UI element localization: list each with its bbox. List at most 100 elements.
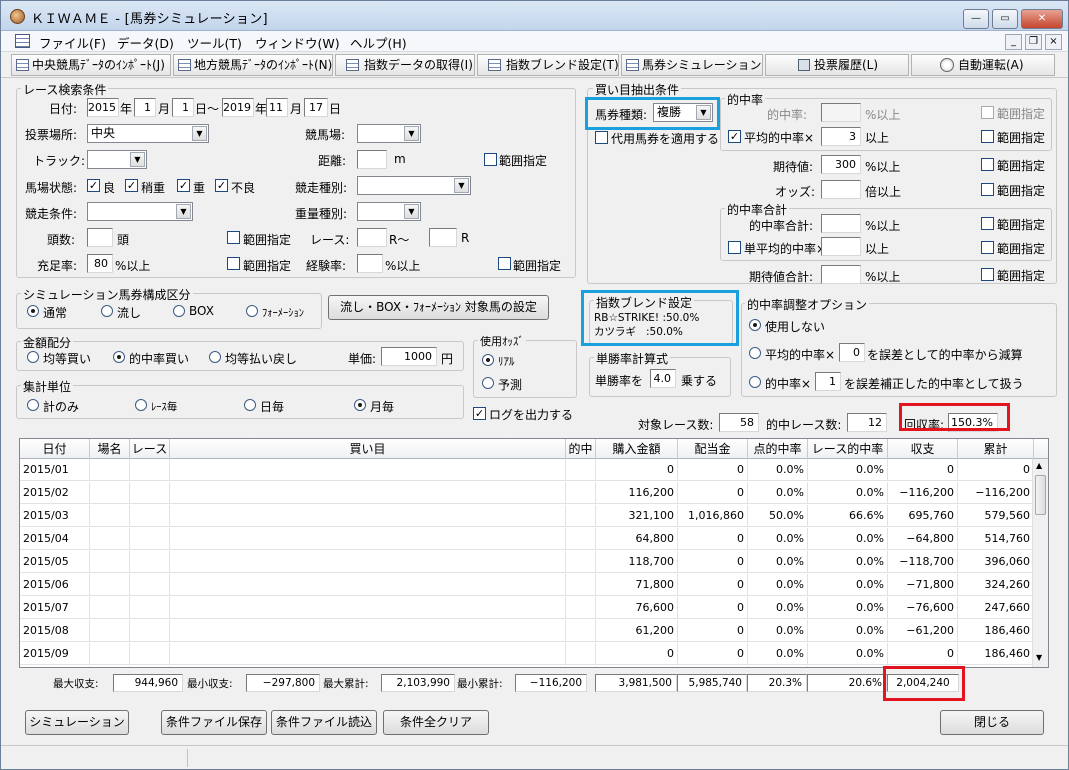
agg-day-radio[interactable] — [244, 399, 256, 411]
header-race-hit[interactable]: レース的中率 — [808, 439, 888, 459]
ev-total-input[interactable] — [821, 265, 861, 284]
sim-box-radio[interactable] — [173, 305, 185, 317]
unit-price-input[interactable]: 1000 — [381, 347, 437, 366]
date-from-month-input[interactable]: 1 — [134, 98, 156, 117]
distance-range-checkbox[interactable] — [484, 153, 497, 166]
table-row[interactable]: 2015/08 61,200 0 0.0% 0.0% −61,200 186,460 — [20, 620, 1034, 642]
single-avg-range-checkbox[interactable] — [981, 241, 994, 254]
heads-input[interactable] — [87, 228, 113, 247]
table-row[interactable]: 2015/02 116,200 0 0.0% 0.0% −116,200 −116,200 — [20, 482, 1034, 504]
ev-range-checkbox[interactable] — [981, 158, 994, 171]
race-from-input[interactable] — [357, 228, 387, 247]
table-row[interactable]: 2015/05 118,700 0 0.0% 0.0% −118,700 396,060 — [20, 551, 1034, 573]
table-row[interactable]: 2015/07 76,600 0 0.0% 0.0% −76,600 247,660 — [20, 597, 1034, 619]
results-table[interactable]: 日付 場名 レース 買い目 的中 購入金額 配当金 点的中率 レース的中率 収支… — [19, 438, 1049, 668]
blend-settings-button[interactable]: 指数ブレンド設定(T) — [477, 54, 619, 76]
sim-normal-radio[interactable] — [27, 305, 39, 317]
date-to-day-input[interactable]: 17 — [304, 98, 328, 117]
minimize-button[interactable]: — — [963, 9, 989, 29]
menu-file[interactable]: ファイル(F) — [39, 33, 106, 52]
menu-help[interactable]: ヘルプ(H) — [350, 33, 407, 52]
hit-total-range-checkbox[interactable] — [981, 217, 994, 230]
odds-range-checkbox[interactable] — [981, 183, 994, 196]
fill-rate-input[interactable]: 80 — [87, 254, 113, 273]
money-equal-payout-radio[interactable] — [209, 351, 221, 363]
vertical-scrollbar[interactable]: ▲ ▼ — [1032, 459, 1048, 667]
import-central-button[interactable]: 中央競馬ﾃﾞｰﾀのｲﾝﾎﾟｰﾄ(J) — [11, 54, 171, 76]
scroll-down-icon[interactable]: ▼ — [1036, 653, 1042, 662]
substitute-ticket-checkbox[interactable] — [595, 131, 608, 144]
hit-rate-range-checkbox[interactable] — [981, 106, 994, 119]
scroll-up-icon[interactable]: ▲ — [1036, 461, 1042, 470]
header-venue[interactable]: 場名 — [90, 439, 130, 459]
fill-range-checkbox[interactable] — [227, 257, 240, 270]
table-row[interactable]: 2015/10000.0%0.0%0186,460 — [20, 666, 1034, 667]
cond-heavy-checkbox[interactable]: ✓ — [177, 179, 190, 192]
table-row[interactable]: 2015/03 321,100 1,016,860 50.0% 66.6% 695,760… — [20, 505, 1034, 527]
venue-select[interactable]: 中央 ▼ — [87, 124, 209, 143]
header-balance[interactable]: 収支 — [888, 439, 958, 459]
odds-predict-radio[interactable] — [482, 377, 494, 389]
simulate-button[interactable]: シミュレーション — [25, 710, 129, 735]
log-output-checkbox[interactable]: ✓ — [473, 407, 486, 420]
adjust-none-radio[interactable] — [749, 319, 761, 331]
menu-data[interactable]: データ(D) — [117, 33, 174, 52]
avg-hit-input[interactable]: 3 — [821, 127, 861, 146]
odds-min-input[interactable] — [821, 180, 861, 199]
weight-type-select[interactable]: ▼ — [357, 202, 421, 221]
hit-total-input[interactable] — [821, 214, 861, 233]
table-row[interactable]: 2015/09 0 0 0.0% 0.0% 0 186,460 — [20, 643, 1034, 665]
auto-run-button[interactable]: 自動運転(A) — [911, 54, 1055, 76]
adjust-correct-radio[interactable] — [749, 376, 761, 388]
fetch-index-button[interactable]: 指数データの取得(I) — [335, 54, 475, 76]
mdi-restore-button[interactable]: ❐ — [1025, 34, 1042, 50]
close-window-button[interactable]: ✕ — [1021, 9, 1063, 29]
ev-total-range-checkbox[interactable] — [981, 268, 994, 281]
cond-good-checkbox[interactable]: ✓ — [87, 179, 100, 192]
maximize-button[interactable]: ▭ — [992, 9, 1018, 29]
race-condition-select[interactable]: ▼ — [87, 202, 193, 221]
mdi-minimize-button[interactable]: _ — [1005, 34, 1022, 50]
header-cumulative[interactable]: 累計 — [958, 439, 1034, 459]
header-hit[interactable]: 的中 — [566, 439, 596, 459]
cond-bad-checkbox[interactable]: ✓ — [215, 179, 228, 192]
race-type-select[interactable]: ▼ — [357, 176, 471, 195]
clear-conditions-button[interactable]: 条件全クリア — [383, 710, 489, 735]
experience-input[interactable] — [357, 254, 383, 273]
ticket-simulation-button[interactable]: 馬券シミュレーション(B) — [621, 54, 763, 76]
heads-range-checkbox[interactable] — [227, 231, 240, 244]
table-row[interactable]: 2015/01 0 0 0.0% 0.0% 0 0 — [20, 459, 1034, 481]
vote-history-button[interactable]: 投票履歴(L) — [765, 54, 909, 76]
experience-range-checkbox[interactable] — [498, 257, 511, 270]
single-avg-input[interactable] — [821, 237, 861, 256]
menu-tools[interactable]: ツール(T) — [187, 33, 242, 52]
menu-window[interactable]: ウィンドウ(W) — [255, 33, 340, 52]
target-horse-settings-button[interactable]: 流し・BOX・ﾌｫｰﾒｰｼｮﾝ 対象馬の設定 — [328, 295, 549, 320]
save-conditions-button[interactable]: 条件ファイル保存 — [161, 710, 267, 735]
avg-hit-checkbox[interactable]: ✓ — [728, 130, 741, 143]
agg-total-radio[interactable] — [27, 399, 39, 411]
header-point-hit[interactable]: 点的中率 — [748, 439, 808, 459]
import-local-button[interactable]: 地方競馬ﾃﾞｰﾀのｲﾝﾎﾟｰﾄ(N) — [173, 54, 333, 76]
adjust-correct-input[interactable]: 1 — [815, 372, 841, 391]
date-to-year-input[interactable]: 2019 — [222, 98, 254, 117]
course-select[interactable]: ▼ — [357, 124, 421, 143]
table-row[interactable]: 2015/06 71,800 0 0.0% 0.0% −71,800 324,260 — [20, 574, 1034, 596]
money-equal-radio[interactable] — [27, 351, 39, 363]
sim-nagashi-radio[interactable] — [101, 305, 113, 317]
agg-race-radio[interactable] — [135, 399, 147, 411]
scroll-thumb[interactable] — [1035, 475, 1046, 515]
mdi-close-button[interactable]: × — [1045, 34, 1062, 50]
header-date[interactable]: 日付 — [20, 439, 90, 459]
avg-hit-range-checkbox[interactable] — [981, 130, 994, 143]
hit-rate-input[interactable] — [821, 103, 861, 122]
distance-input[interactable] — [357, 150, 387, 169]
odds-real-radio[interactable] — [482, 354, 494, 366]
track-select[interactable]: ▼ — [87, 150, 147, 169]
load-conditions-button[interactable]: 条件ファイル読込 — [271, 710, 377, 735]
table-row[interactable]: 2015/04 64,800 0 0.0% 0.0% −64,800 514,760 — [20, 528, 1034, 550]
money-hitrate-radio[interactable] — [113, 351, 125, 363]
header-payout[interactable]: 配当金 — [678, 439, 748, 459]
close-button[interactable]: 閉じる — [940, 710, 1044, 735]
single-avg-checkbox[interactable] — [728, 241, 741, 254]
